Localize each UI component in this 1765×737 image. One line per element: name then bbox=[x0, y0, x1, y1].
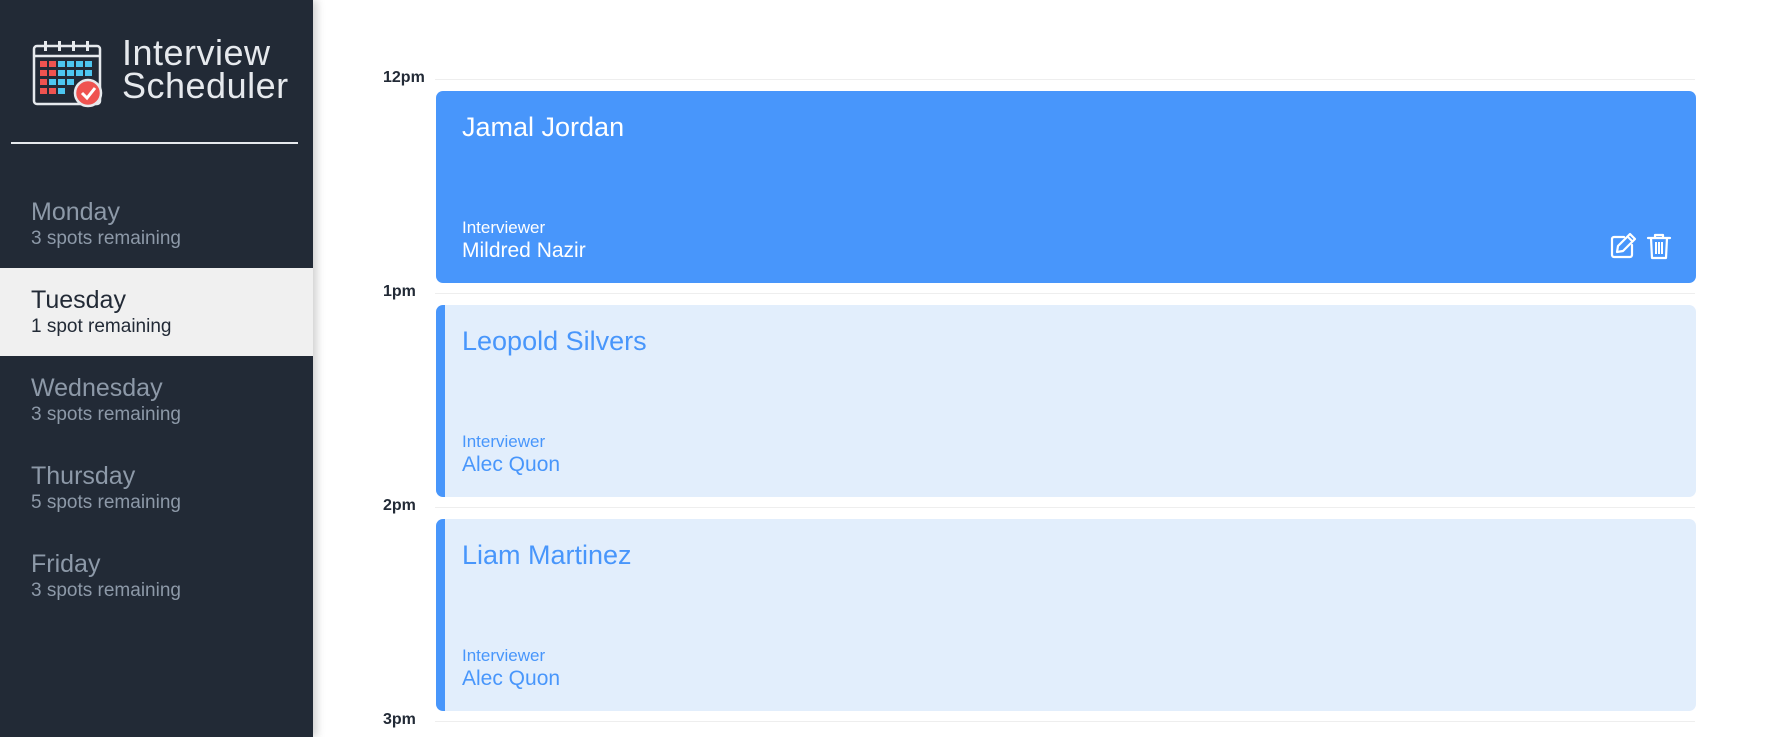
student-name: Liam Martinez bbox=[462, 540, 632, 570]
day-name: Friday bbox=[31, 550, 101, 578]
schedule: 12pm Jamal Jordan Interviewer Mildred Na… bbox=[313, 0, 1765, 737]
day-item-wednesday[interactable]: Wednesday 3 spots remaining bbox=[0, 356, 313, 444]
day-list: Monday 3 spots remaining Tuesday 1 spot … bbox=[0, 180, 313, 620]
sidebar-divider bbox=[11, 142, 298, 144]
student-name: Jamal Jordan bbox=[462, 112, 625, 142]
trash-icon[interactable] bbox=[1644, 231, 1674, 261]
app-title-line2: Scheduler bbox=[122, 65, 289, 106]
appointment-actions bbox=[1608, 231, 1674, 261]
time-label: 12pm bbox=[383, 69, 425, 86]
day-item-friday[interactable]: Friday 3 spots remaining bbox=[0, 532, 313, 620]
appointment-card[interactable]: Jamal Jordan Interviewer Mildred Nazir bbox=[436, 91, 1696, 283]
day-spots: 3 spots remaining bbox=[31, 580, 181, 601]
interviewer-name: Alec Quon bbox=[462, 453, 561, 476]
day-item-monday[interactable]: Monday 3 spots remaining bbox=[0, 180, 313, 268]
day-spots: 3 spots remaining bbox=[31, 404, 181, 425]
day-spots: 5 spots remaining bbox=[31, 492, 181, 513]
time-divider bbox=[435, 79, 1695, 80]
appointment-card[interactable]: Liam Martinez Interviewer Alec Quon bbox=[436, 519, 1696, 711]
time-label: 1pm bbox=[383, 283, 416, 300]
day-spots: 1 spot remaining bbox=[31, 316, 172, 337]
time-divider bbox=[435, 721, 1695, 722]
appointment-slot: 2pm Liam Martinez Interviewer Alec Quon bbox=[313, 497, 1765, 721]
time-divider bbox=[435, 293, 1695, 294]
appointment-slot: 12pm Jamal Jordan Interviewer Mildred Na… bbox=[313, 69, 1765, 293]
app-title: Interview Scheduler bbox=[122, 35, 289, 106]
day-name: Wednesday bbox=[31, 374, 163, 402]
day-name: Monday bbox=[31, 198, 120, 226]
day-name: Tuesday bbox=[31, 286, 126, 314]
calendar-check-icon bbox=[32, 41, 103, 108]
appointment-slot: 1pm Leopold Silvers Interviewer Alec Quo… bbox=[313, 283, 1765, 507]
interviewer-label: Interviewer bbox=[462, 432, 546, 451]
time-label: 3pm bbox=[383, 711, 416, 728]
appointment-slot-end: 3pm bbox=[313, 711, 1765, 737]
day-item-thursday[interactable]: Thursday 5 spots remaining bbox=[0, 444, 313, 532]
time-divider bbox=[435, 507, 1695, 508]
interviewer-name: Mildred Nazir bbox=[462, 239, 586, 262]
brand: Interview Scheduler bbox=[32, 35, 292, 112]
day-name: Thursday bbox=[31, 462, 136, 490]
day-item-tuesday[interactable]: Tuesday 1 spot remaining bbox=[0, 268, 313, 356]
edit-icon[interactable] bbox=[1608, 231, 1638, 261]
day-spots: 3 spots remaining bbox=[31, 228, 181, 249]
student-name: Leopold Silvers bbox=[462, 326, 647, 356]
time-label: 2pm bbox=[383, 497, 416, 514]
interviewer-label: Interviewer bbox=[462, 646, 546, 665]
appointment-card[interactable]: Leopold Silvers Interviewer Alec Quon bbox=[436, 305, 1696, 497]
interviewer-label: Interviewer bbox=[462, 218, 546, 237]
interviewer-name: Alec Quon bbox=[462, 667, 561, 690]
sidebar: Interview Scheduler Monday 3 spots remai… bbox=[0, 0, 313, 737]
